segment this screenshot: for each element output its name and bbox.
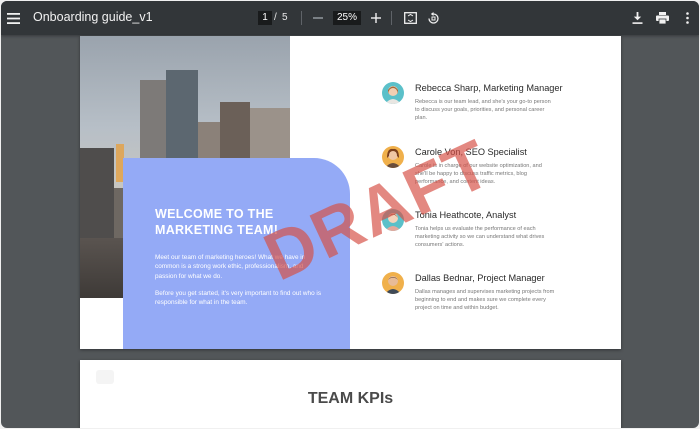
avatar [382,82,404,104]
member-description: Dallas manages and supervises marketing … [415,289,555,312]
page-separator: / [274,12,277,23]
member-description: Rebecca is our team lead, and she's your… [415,99,551,122]
avatar [382,272,404,294]
total-pages: 5 [282,12,288,23]
menu-icon[interactable] [6,11,20,25]
page-title: TEAM KPIs [307,390,394,407]
rotate-icon[interactable] [426,11,440,25]
zoom-in-icon[interactable] [370,12,382,24]
more-icon[interactable] [682,11,692,25]
document-title: Onboarding guide_v1 [33,10,153,24]
toolbar-divider [391,11,392,25]
download-icon[interactable] [630,11,644,25]
document-page-2: TEAM KPIs [80,360,621,428]
draft-watermark: DRAFT [253,124,504,296]
member-description: Tonia helps us evaluate the performance … [415,226,545,249]
zoom-level-input[interactable]: 25% [333,11,361,25]
page-number-input[interactable]: 1 [258,11,272,25]
viewer-toolbar: Onboarding guide_v1 1 / 5 25% [1,1,699,35]
welcome-paragraph-2: Before you get started, it's very import… [155,290,322,307]
member-name: Rebecca Sharp, Marketing Manager [415,83,563,93]
fit-page-icon[interactable] [403,11,417,25]
print-icon[interactable] [655,11,669,25]
zoom-out-icon[interactable] [312,12,324,24]
member-name: Dallas Bednar, Project Manager [415,273,545,283]
pdf-viewer: Onboarding guide_v1 1 / 5 25% WELCOME TO… [1,1,699,428]
page-logo [96,370,114,384]
toolbar-divider [301,11,302,25]
document-page-1: WELCOME TO THE MARKETING TEAM! Meet our … [80,36,621,349]
